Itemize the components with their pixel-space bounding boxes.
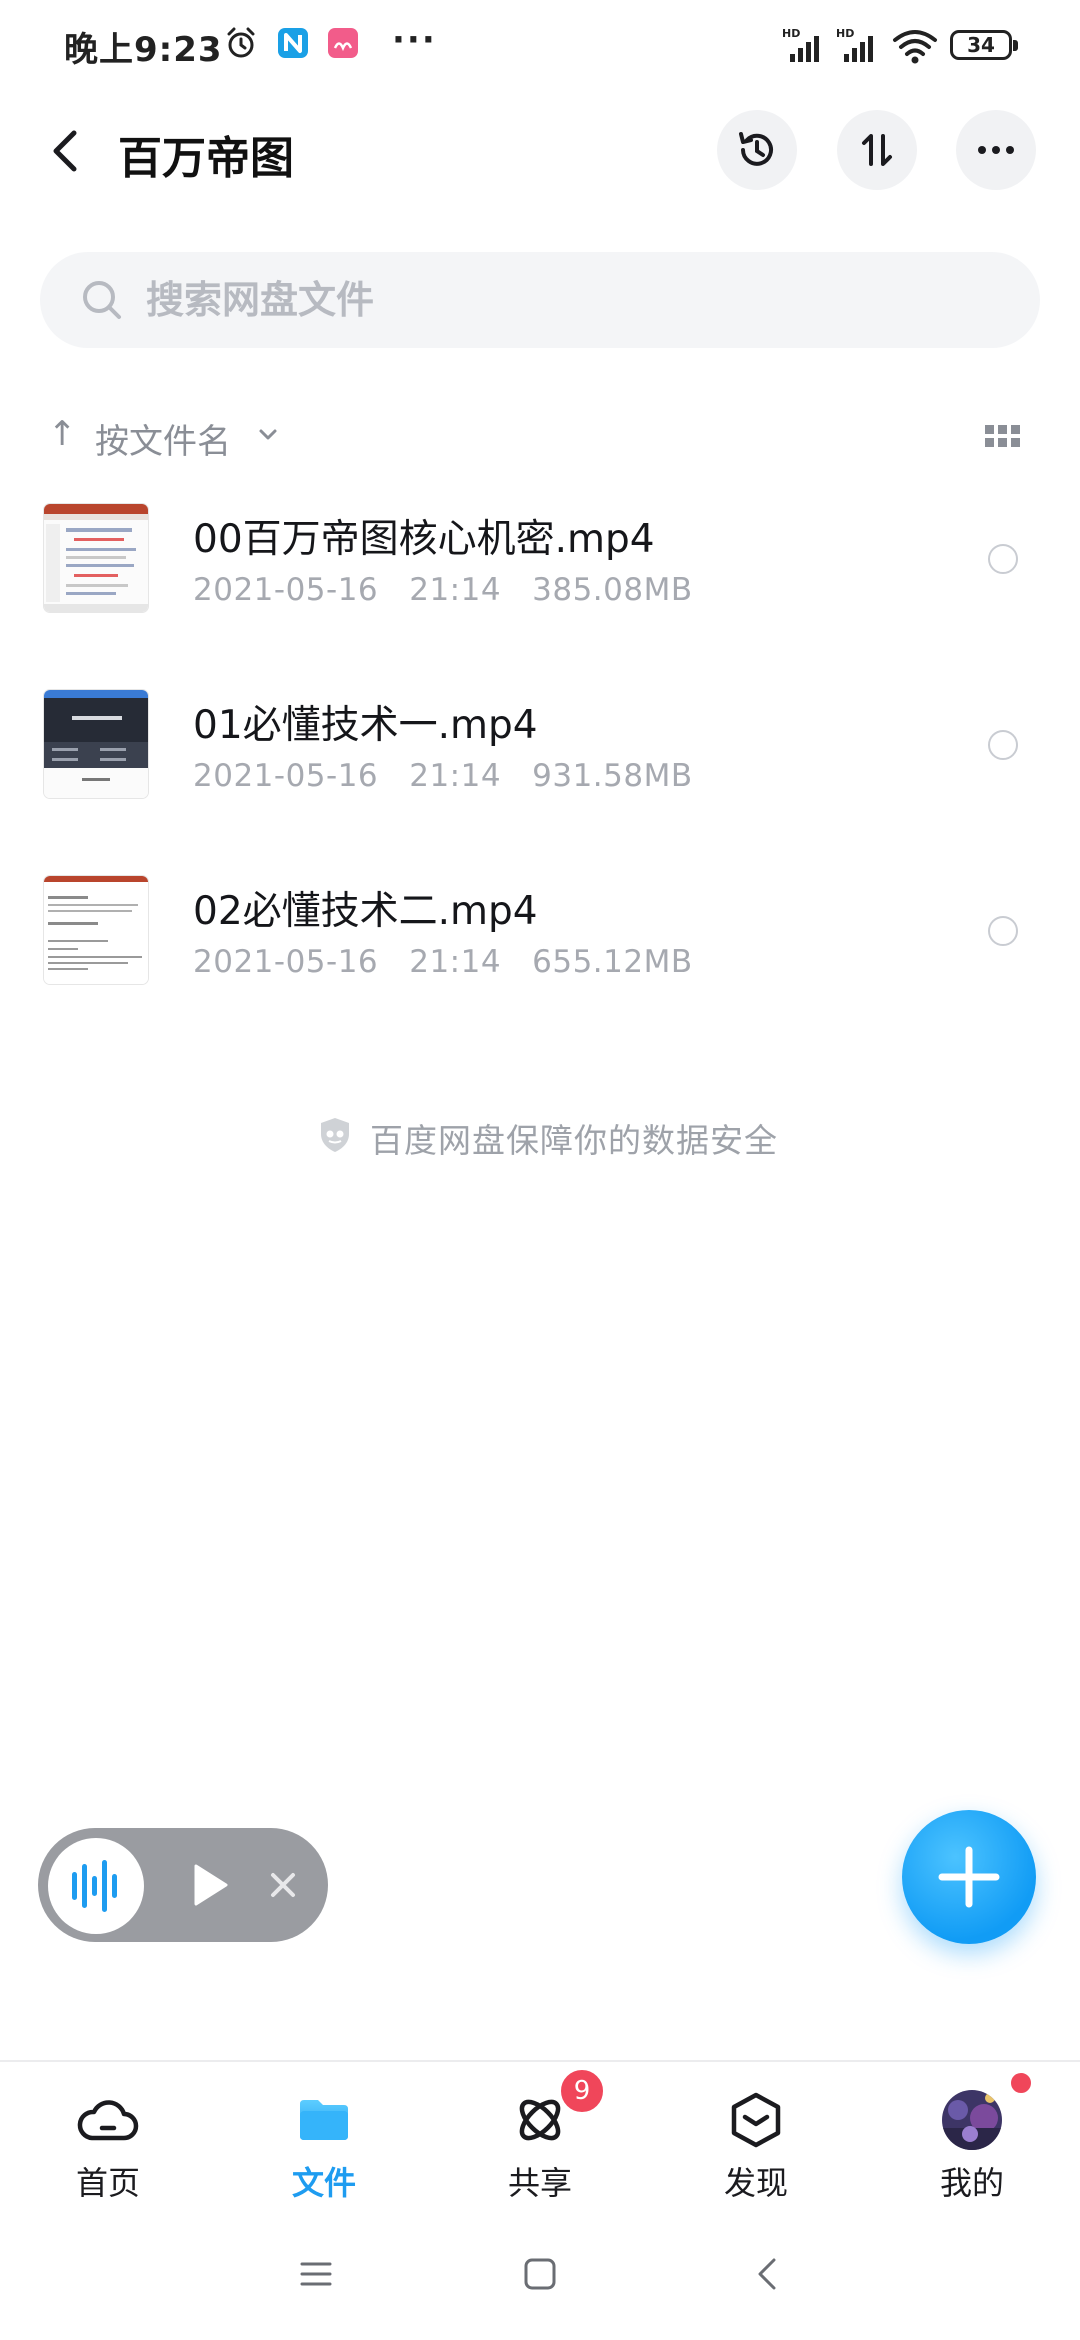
file-time: 21:14 bbox=[409, 572, 502, 608]
search-icon bbox=[83, 281, 121, 319]
nav-home[interactable]: 首页 bbox=[0, 2062, 216, 2208]
file-size: 931.58MB bbox=[532, 758, 693, 794]
page-title: 百万帝图 bbox=[118, 133, 294, 184]
video-thumbnail bbox=[44, 876, 148, 984]
more-icon bbox=[978, 146, 1014, 154]
hd-signal-icon: HD bbox=[836, 27, 873, 62]
folder-icon bbox=[300, 2100, 348, 2140]
nav-files[interactable]: 文件 bbox=[216, 2062, 432, 2208]
security-notice: 百度网盘保障你的数据安全 bbox=[370, 1121, 778, 1160]
video-thumbnail bbox=[44, 690, 148, 798]
file-row[interactable] bbox=[0, 838, 1080, 1024]
share-badge: 9 bbox=[558, 2067, 606, 2115]
nav-label: 文件 bbox=[291, 2164, 356, 2202]
audio-wave-button[interactable] bbox=[48, 1838, 144, 1934]
file-date: 2021-05-16 bbox=[193, 758, 379, 794]
chevron-down-icon[interactable] bbox=[257, 426, 279, 442]
cloud-home-icon bbox=[77, 2100, 139, 2141]
file-name: 00百万帝图核心机密.mp4 bbox=[193, 517, 655, 562]
pink-app-icon bbox=[328, 28, 358, 58]
sort-direction-icon[interactable]: ↑ bbox=[48, 414, 77, 454]
wifi-icon bbox=[893, 30, 937, 64]
more-notifications-icon: ··· bbox=[392, 20, 437, 60]
svg-text:HD: HD bbox=[836, 27, 854, 40]
sort-by-filename[interactable]: 按文件名 bbox=[95, 414, 231, 463]
file-name: 01必懂技术一.mp4 bbox=[193, 703, 538, 748]
select-checkbox[interactable] bbox=[988, 544, 1018, 574]
select-checkbox[interactable] bbox=[988, 916, 1018, 946]
file-meta: 2021-05-16 21:14 931.58MB bbox=[193, 758, 693, 794]
menu-icon[interactable] bbox=[296, 2256, 336, 2292]
discover-box-icon bbox=[731, 2092, 781, 2148]
grid-view-icon[interactable] bbox=[985, 424, 1021, 448]
search-input[interactable] bbox=[146, 268, 1006, 332]
plus-icon bbox=[938, 1846, 1000, 1908]
file-time: 21:14 bbox=[409, 944, 502, 980]
file-meta: 2021-05-16 21:14 385.08MB bbox=[193, 572, 693, 608]
nav-label: 我的 bbox=[939, 2164, 1004, 2202]
file-date: 2021-05-16 bbox=[193, 944, 379, 980]
alarm-icon bbox=[227, 27, 255, 58]
nav-me[interactable]: 我的 bbox=[864, 2062, 1080, 2208]
back-nav-icon[interactable] bbox=[748, 2254, 788, 2294]
nav-label: 发现 bbox=[723, 2164, 788, 2202]
nav-label: 首页 bbox=[75, 2164, 140, 2202]
home-square-icon[interactable] bbox=[520, 2254, 560, 2294]
video-thumbnail bbox=[44, 504, 148, 612]
nav-share[interactable]: 共享 bbox=[432, 2062, 648, 2208]
n-app-icon bbox=[278, 28, 308, 58]
audio-wave-icon bbox=[72, 1860, 117, 1912]
play-icon[interactable] bbox=[190, 1862, 230, 1908]
select-checkbox[interactable] bbox=[988, 730, 1018, 760]
status-time: 晚上9:23 bbox=[64, 30, 223, 70]
nav-discover[interactable]: 发现 bbox=[648, 2062, 864, 2208]
nav-label: 共享 bbox=[507, 2164, 572, 2202]
svg-text:HD: HD bbox=[782, 27, 800, 40]
shield-icon bbox=[321, 1118, 349, 1152]
more-button[interactable] bbox=[956, 110, 1036, 190]
back-icon[interactable] bbox=[40, 118, 92, 184]
add-button[interactable] bbox=[902, 1810, 1036, 1944]
file-size: 655.12MB bbox=[532, 944, 693, 980]
hd-signal-icon: HD bbox=[782, 27, 819, 62]
history-button[interactable] bbox=[717, 110, 797, 190]
file-date: 2021-05-16 bbox=[193, 572, 379, 608]
close-icon[interactable] bbox=[268, 1870, 298, 1900]
sort-button[interactable] bbox=[837, 110, 917, 190]
history-icon bbox=[739, 132, 773, 166]
file-time: 21:14 bbox=[409, 758, 502, 794]
sort-icon bbox=[862, 134, 892, 166]
notification-dot bbox=[1008, 2070, 1034, 2096]
file-row[interactable] bbox=[0, 652, 1080, 838]
avatar-icon bbox=[942, 2090, 1002, 2150]
battery-icon: 34 bbox=[950, 30, 1018, 60]
file-meta: 2021-05-16 21:14 655.12MB bbox=[193, 944, 693, 980]
file-size: 385.08MB bbox=[532, 572, 693, 608]
file-name: 02必懂技术二.mp4 bbox=[193, 889, 538, 934]
